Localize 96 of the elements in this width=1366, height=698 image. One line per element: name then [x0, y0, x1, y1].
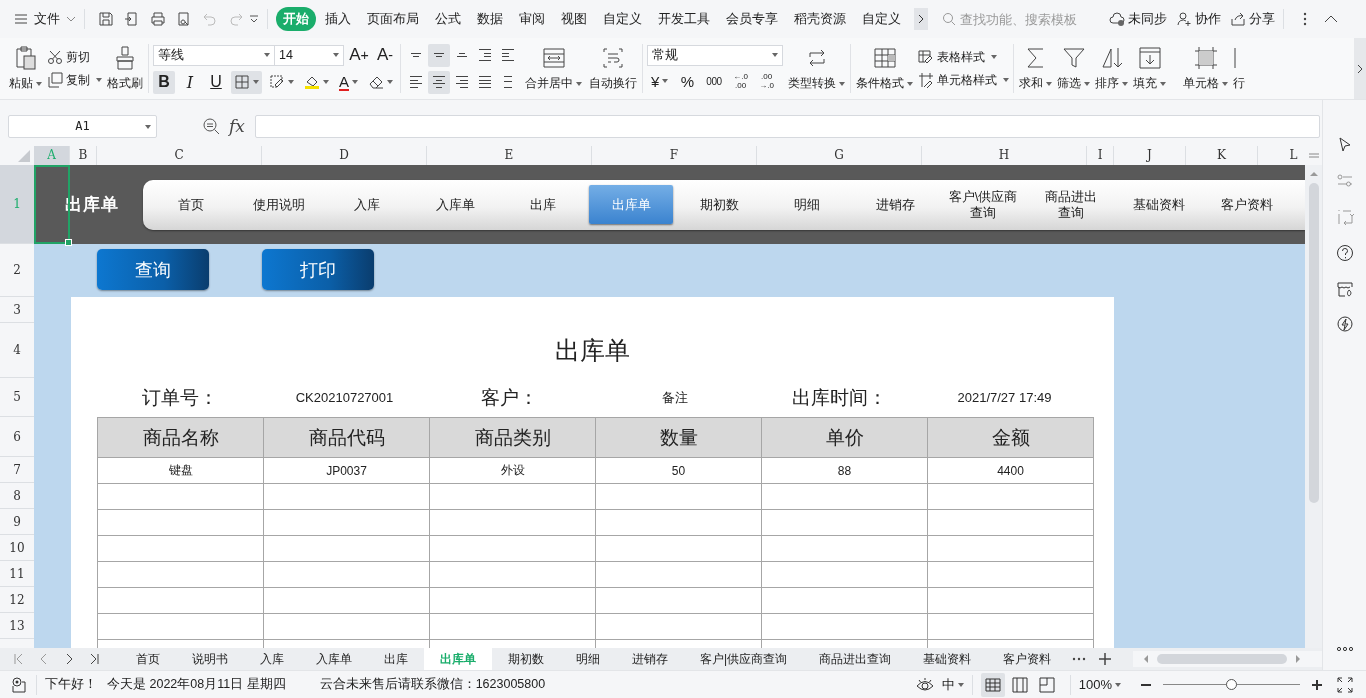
ribbon-tab[interactable]: 会员专享: [719, 7, 785, 31]
underline-button[interactable]: U: [205, 70, 227, 94]
sort-button[interactable]: 排序: [1094, 43, 1129, 94]
ribbon-tab[interactable]: 公式: [428, 7, 468, 31]
name-box[interactable]: A1: [8, 114, 157, 138]
ribbon-tab[interactable]: 视图: [554, 7, 594, 31]
nav-button[interactable]: 入库单: [413, 185, 497, 224]
column-heading: 数量: [595, 417, 762, 458]
table-cell: JP0037: [263, 457, 430, 484]
table-cell: 4400: [927, 457, 1094, 484]
ribbon-tab[interactable]: 自定义: [855, 7, 908, 31]
column-heading: 单价: [761, 417, 928, 458]
form-title: 出库单: [553, 335, 631, 366]
nav-button[interactable]: 客户资料: [1205, 185, 1289, 224]
filter-button[interactable]: 筛选: [1056, 43, 1091, 94]
nav-button[interactable]: 出库: [501, 185, 585, 224]
sheet-tab[interactable]: 入库: [244, 648, 300, 670]
cut-button[interactable]: 剪切: [47, 48, 102, 66]
column-heading: 金额: [927, 417, 1094, 458]
sheet-tab[interactable]: 基础资料: [907, 648, 988, 670]
sheet-tab[interactable]: 客户资料: [987, 648, 1068, 670]
ribbon-tab[interactable]: 插入: [318, 7, 358, 31]
field-value: 备注: [660, 388, 689, 407]
percent-button[interactable]: %: [676, 69, 699, 93]
wrap-text-button[interactable]: 自动换行: [588, 43, 638, 94]
currency-button[interactable]: ¥: [647, 69, 673, 93]
nav-button[interactable]: 商品进出 查询: [1029, 185, 1113, 224]
field-label: 订单号：: [140, 385, 219, 410]
table-cell: 88: [761, 457, 928, 484]
field-label: 客户：: [480, 385, 539, 410]
zoom-level-button[interactable]: 100%: [1078, 677, 1121, 692]
file-menu[interactable]: 文件: [14, 10, 76, 28]
function-label[interactable]: fx: [229, 116, 245, 136]
collaborate-button[interactable]: 协作: [1176, 10, 1221, 28]
cell-button[interactable]: 单元格: [1182, 43, 1229, 94]
contact-text: 云合未来售后请联系微信：1623005800: [319, 676, 546, 693]
ribbon-tab[interactable]: 自定义: [596, 7, 649, 31]
nav-button[interactable]: 客户\供应商 查询: [941, 185, 1025, 224]
nav-button[interactable]: 首页: [149, 185, 233, 224]
fill-button[interactable]: 填充: [1132, 43, 1167, 94]
sheet-tab[interactable]: 商品进出查询: [803, 648, 908, 670]
nav-button[interactable]: 基础资料: [1117, 185, 1201, 224]
search-field[interactable]: 查找功能、搜索模板: [942, 11, 1100, 27]
input-method-button[interactable]: 中: [941, 675, 964, 694]
font-size-field[interactable]: 14: [274, 44, 344, 66]
bold-button[interactable]: B: [153, 70, 175, 94]
query-button[interactable]: 查询: [97, 249, 209, 290]
sheet-tab[interactable]: 明细: [560, 648, 616, 670]
number-format-field[interactable]: 常规: [647, 44, 783, 66]
ribbon-tab[interactable]: 数据: [470, 7, 510, 31]
table-style-button[interactable]: 表格样式: [918, 48, 1009, 66]
increase-decimal-button[interactable]: ←.0 .00: [729, 69, 752, 93]
table-cell: 键盘: [97, 457, 264, 484]
sheet-tab[interactable]: 入库单: [300, 648, 368, 670]
paste-button[interactable]: 粘贴: [8, 43, 43, 94]
sum-button[interactable]: 求和: [1018, 43, 1053, 94]
ribbon-tab[interactable]: 开发工具: [651, 7, 717, 31]
greeting-text: 下午好！: [45, 676, 97, 693]
column-heading: 商品名称: [97, 417, 264, 458]
sheet-tab[interactable]: 出库: [368, 648, 424, 670]
field-label: 出库时间：: [791, 385, 888, 410]
field-value: 2021/7/27 17:49: [956, 390, 1053, 405]
italic-button[interactable]: I: [179, 70, 201, 94]
font-color-button[interactable]: A: [336, 70, 361, 94]
table-cell: 50: [595, 457, 762, 484]
column-heading: 商品代码: [263, 417, 430, 458]
merge-center-button[interactable]: 合并居中: [524, 43, 583, 94]
sheet-tab[interactable]: 首页: [120, 648, 176, 670]
field-value: CK20210727001: [294, 390, 395, 405]
cell-style-button[interactable]: 单元格样式: [918, 71, 1009, 89]
font-name-field[interactable]: 等线: [153, 44, 275, 66]
conditional-format-button[interactable]: 条件格式: [855, 43, 914, 94]
ribbon-tab[interactable]: 页面布局: [360, 7, 426, 31]
column-heading: 商品类别: [429, 417, 596, 458]
nav-button[interactable]: 明细: [765, 185, 849, 224]
copy-button[interactable]: 复制: [47, 71, 102, 89]
nav-button[interactable]: 期初数: [677, 185, 761, 224]
sheet-tab[interactable]: 期初数: [492, 648, 560, 670]
print-button[interactable]: 打印: [262, 249, 374, 290]
ribbon-tab[interactable]: 审阅: [512, 7, 552, 31]
format-painter-button[interactable]: 格式刷: [106, 43, 144, 94]
row-button[interactable]: 行: [1232, 43, 1248, 94]
ribbon-tab[interactable]: 稻壳资源: [787, 7, 853, 31]
sheet-tab[interactable]: 说明书: [176, 648, 244, 670]
decrease-decimal-button[interactable]: .00 →.0: [755, 69, 778, 93]
sheet-tab[interactable]: 进销存: [616, 648, 684, 670]
share-button[interactable]: 分享: [1230, 10, 1275, 28]
sync-button[interactable]: 未同步: [1109, 10, 1167, 28]
date-text: 今天是 2022年08月11日 星期四: [107, 676, 286, 693]
thousands-button[interactable]: 000: [702, 69, 726, 93]
table-cell: 外设: [429, 457, 596, 484]
nav-button[interactable]: 进销存: [853, 185, 937, 224]
convert-type-button[interactable]: 类型转换: [787, 43, 846, 94]
nav-button[interactable]: 使用说明: [237, 185, 321, 224]
nav-button[interactable]: 入库: [325, 185, 409, 224]
sheet-tab[interactable]: 客户|供应商查询: [684, 648, 804, 670]
